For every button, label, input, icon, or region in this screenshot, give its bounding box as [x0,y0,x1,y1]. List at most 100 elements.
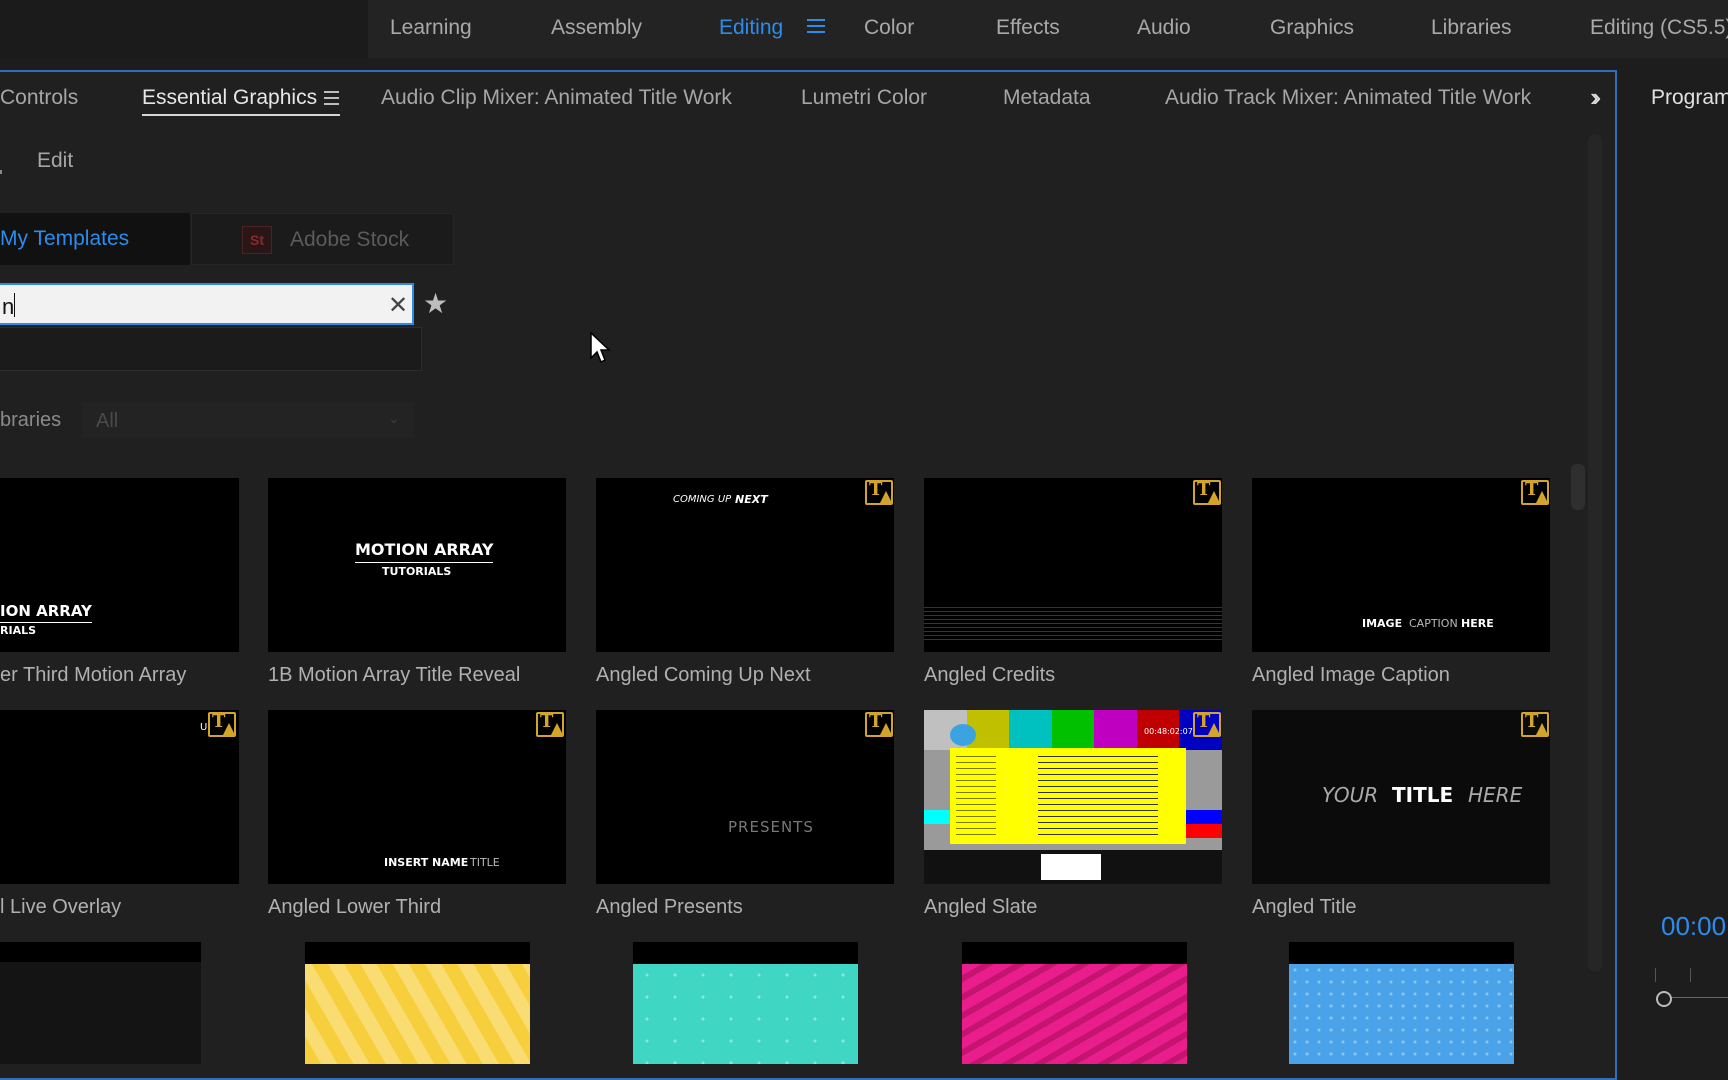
workspace-bar-left [0,0,368,58]
text-missing-font-icon [865,479,893,505]
template-thumbnail[interactable]: INSERT NAME TITLE [268,710,566,884]
workspace-bar: Learning Assembly Editing Color Effects … [0,0,1728,58]
workspace-menu-icon[interactable] [807,19,825,35]
template-thumbnail[interactable] [1289,942,1514,1064]
template-thumbnail[interactable]: U [0,710,239,884]
favorites-star-icon[interactable]: ★ [423,287,448,320]
workspace-learning[interactable]: Learning [390,16,472,40]
slate-cyan-bar [924,810,950,824]
slate-info-card [950,748,1186,844]
adobe-stock-icon: St [242,226,272,254]
text-caret [14,293,15,317]
adobe-stock-label: Adobe Stock [290,228,410,251]
text-missing-font-icon [1521,711,1549,737]
text-missing-font-icon [536,711,564,737]
workspace-editing-cs55[interactable]: Editing (CS5.5) [1590,16,1728,40]
panel-tab-row: Controls Essential Graphics Audio Clip M… [0,72,1615,126]
text-missing-font-icon [1193,479,1221,505]
adobe-stock-button[interactable]: St Adobe Stock [191,213,454,265]
template-label: Angled Lower Third [268,896,442,918]
workspace-editing[interactable]: Editing [719,16,783,40]
overflow-chevron-icon[interactable]: ›› [1590,82,1602,113]
thumb-text: INSERT NAME [384,856,469,869]
workspace-graphics[interactable]: Graphics [1270,16,1354,40]
text-missing-font-icon [1193,711,1221,737]
browse-tab-fragment[interactable] [0,170,2,174]
template-thumbnail[interactable]: ION ARRAY RIALS [0,478,239,652]
search-input[interactable]: n ✕ [0,283,414,325]
program-timecode[interactable]: 00:00 [1661,911,1726,942]
workspace-assembly[interactable]: Assembly [551,16,642,40]
thumb-text: NEXT [735,493,768,506]
tab-audio-clip-mixer[interactable]: Audio Clip Mixer: Animated Title Work [381,86,732,110]
template-thumbnail[interactable]: 00:48:02:07 [924,710,1222,884]
libraries-selected: All [96,410,119,432]
template-thumbnail[interactable]: MOTION ARRAY TUTORIALS [268,478,566,652]
clear-search-icon[interactable]: ✕ [388,291,408,320]
thumb-text: TUTORIALS [382,565,452,578]
template-label: Angled Title [1252,896,1357,918]
workspace-libraries[interactable]: Libraries [1431,16,1512,40]
template-thumbnail[interactable]: PRESENTS [596,710,894,884]
libraries-select[interactable]: All ⌄ [82,402,414,438]
search-value: n [2,294,15,319]
text-missing-font-icon [208,711,236,737]
panel-menu-icon[interactable] [324,91,339,105]
slate-white-block [1041,854,1101,880]
mouse-cursor-icon [590,332,611,364]
template-label: l Live Overlay [0,896,122,918]
search-suggestions-dropdown[interactable] [0,327,422,371]
template-label: er Third Motion Array [0,664,187,686]
ruler-tick [1655,968,1656,982]
tab-essential-graphics[interactable]: Essential Graphics [142,86,317,110]
template-thumbnail[interactable] [0,942,201,1064]
thumb-text: U [200,722,208,733]
tab-audio-track-mixer[interactable]: Audio Track Mixer: Animated Title Work [1165,86,1531,110]
template-label: 1B Motion Array Title Reveal [268,664,521,686]
workspace-color[interactable]: Color [864,16,914,40]
libraries-label: braries [0,409,62,431]
thumbnail-size-slider[interactable] [1571,464,1585,510]
thumb-text: CAPTION [1409,617,1458,630]
slate-logo-icon [950,724,976,746]
template-label: Angled Slate [924,896,1038,918]
thumb-text: PRESENTS [728,818,814,836]
thumb-text: MOTION ARRAY [355,540,494,563]
template-label: Angled Image Caption [1252,664,1450,686]
pattern-fill [1289,964,1514,1064]
panel-scrollbar[interactable] [1588,134,1602,972]
thumb-text: HERE [1468,783,1523,807]
tab-effect-controls[interactable]: Controls [0,86,78,110]
template-thumbnail[interactable] [924,478,1222,652]
tab-lumetri-color[interactable]: Lumetri Color [801,86,927,110]
program-monitor-title[interactable]: Program [1651,86,1728,110]
workspace-audio[interactable]: Audio [1137,16,1191,40]
thumb-text: RIALS [0,624,37,637]
template-label: Angled Presents [596,896,743,918]
slate-timecode: 00:48:02:07 [1144,727,1193,736]
thumb-text: IMAGE [1362,617,1403,630]
template-thumbnail[interactable]: YOUR TITLE HERE [1252,710,1550,884]
tab-edit[interactable]: Edit [37,149,73,173]
playhead-knob[interactable] [1656,991,1672,1007]
thumb-text: TITLE [1392,783,1454,807]
ruler-tick [1690,968,1691,982]
my-templates-button[interactable]: My Templates [0,213,190,265]
template-label: Angled Credits [924,664,1056,686]
template-thumbnail[interactable] [633,942,858,1064]
template-thumbnail[interactable]: IMAGE CAPTION HERE [1252,478,1550,652]
pattern-fill [305,964,530,1064]
template-thumbnail[interactable] [305,942,530,1064]
thumb-text: HERE [1461,617,1494,630]
template-label: Angled Coming Up Next [596,664,811,686]
thumb-text: COMING UP [673,494,732,505]
workspace-effects[interactable]: Effects [996,16,1060,40]
pattern-fill [633,964,858,1064]
tab-metadata[interactable]: Metadata [1003,86,1091,110]
template-thumbnail[interactable]: COMING UP NEXT [596,478,894,652]
text-missing-font-icon [1521,479,1549,505]
template-thumbnail[interactable] [962,942,1187,1064]
pattern-fill [962,964,1187,1064]
credits-text-lines [924,604,1222,640]
thumb-text: YOUR [1322,783,1379,807]
